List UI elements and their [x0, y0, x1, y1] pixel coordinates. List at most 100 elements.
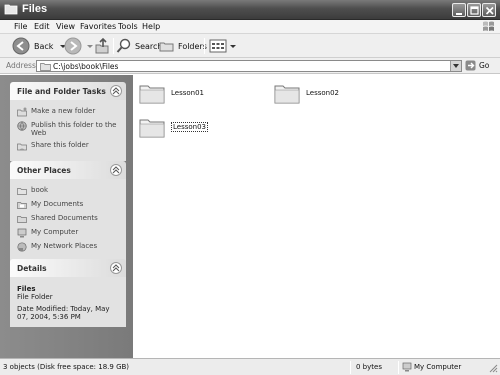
menu-tools[interactable]: Tools: [118, 22, 138, 31]
title-bar[interactable]: Files: [0, 0, 500, 20]
folder-icon: [139, 119, 165, 138]
folder-name: Lesson03: [171, 122, 209, 132]
panel-body: book My Documents Shared Documents My Co…: [10, 179, 126, 262]
toolbar: Back Search Folders: [0, 34, 500, 58]
go-label: Go: [479, 61, 490, 70]
minimize-button[interactable]: [452, 3, 466, 17]
views-icon: [209, 39, 227, 53]
search-icon: [116, 38, 131, 53]
folders-label: Folders: [178, 41, 207, 51]
go-arrow-icon: [465, 60, 476, 71]
place-my-documents[interactable]: My Documents: [17, 200, 120, 210]
collapse-button[interactable]: [110, 164, 122, 176]
network-icon: [17, 242, 27, 252]
menu-file[interactable]: File: [14, 22, 27, 31]
maximize-button[interactable]: [467, 3, 481, 17]
task-share-folder[interactable]: Share this folder: [17, 141, 120, 151]
panel-header[interactable]: Other Places: [10, 161, 126, 179]
panel-header[interactable]: Details: [10, 259, 126, 277]
views-button[interactable]: [209, 37, 237, 55]
folders-icon: [159, 42, 174, 52]
folder-icon: [40, 63, 51, 71]
panel-body: Make a new folder Publish this folder to…: [10, 100, 126, 161]
place-my-computer[interactable]: My Computer: [17, 228, 120, 238]
shared-folder-icon: [17, 216, 27, 223]
details-panel: Details Files File Folder Date Modified:…: [10, 259, 126, 327]
menu-help[interactable]: Help: [142, 22, 160, 31]
place-label: My Network Places: [31, 242, 98, 250]
chevron-up-icon: [112, 264, 120, 272]
place-shared-documents[interactable]: Shared Documents: [17, 214, 120, 224]
status-size: 0 bytes: [356, 363, 382, 371]
task-label: Make a new folder: [31, 107, 96, 115]
menu-view[interactable]: View: [56, 22, 75, 31]
details-type: File Folder: [17, 293, 53, 301]
share-icon: [17, 143, 27, 151]
place-label: My Documents: [31, 200, 84, 208]
task-label: Share this folder: [31, 141, 89, 149]
forward-arrow-icon: [64, 37, 82, 55]
other-places-panel: Other Places book My Documents Shared Do…: [10, 161, 126, 262]
windows-logo-icon: [483, 21, 494, 31]
folder-item[interactable]: Lesson02: [274, 82, 339, 104]
place-my-network-places[interactable]: My Network Places: [17, 242, 120, 252]
close-icon: [485, 6, 494, 15]
up-folder-button[interactable]: [94, 37, 110, 55]
place-label: Shared Documents: [31, 214, 98, 222]
task-publish-to-web[interactable]: Publish this folder to the Web: [17, 121, 120, 137]
search-button[interactable]: Search: [116, 37, 162, 55]
place-label: My Computer: [31, 228, 79, 236]
close-button[interactable]: [482, 3, 496, 17]
globe-icon: [17, 121, 27, 131]
window-title: Files: [22, 3, 48, 15]
documents-icon: [17, 202, 27, 209]
menu-favorites[interactable]: Favorites: [80, 22, 116, 31]
task-pane: File and Folder Tasks Make a new folder …: [0, 75, 133, 358]
new-folder-icon: [17, 107, 27, 117]
address-bar: Address C:\jobs\book\Files Go: [0, 58, 500, 74]
folder-name: Lesson02: [306, 89, 340, 97]
address-path: C:\jobs\book\Files: [53, 62, 119, 71]
back-arrow-icon: [12, 37, 30, 55]
folder-icon: [139, 85, 165, 104]
back-button[interactable]: Back: [12, 37, 67, 55]
task-label: Publish this folder to the Web: [31, 121, 117, 137]
panel-title: Other Places: [17, 166, 71, 175]
go-button[interactable]: Go: [465, 60, 489, 71]
details-name: Files: [17, 285, 36, 293]
status-object-count: 3 objects (Disk free space: 18.9 GB): [3, 363, 130, 371]
forward-button[interactable]: [64, 37, 94, 55]
panel-title: Details: [17, 264, 47, 273]
address-dropdown-button[interactable]: [450, 61, 461, 71]
folder-name: Lesson01: [171, 89, 205, 97]
chevron-up-icon: [112, 87, 120, 95]
file-list-view[interactable]: Lesson01 Lesson02 Lesson03: [133, 75, 500, 358]
chevron-up-icon: [112, 166, 120, 174]
menu-edit[interactable]: Edit: [34, 22, 50, 31]
folder-item-selected[interactable]: Lesson03: [139, 116, 209, 138]
toolbar-separator: [204, 38, 205, 54]
panel-title: File and Folder Tasks: [17, 87, 106, 96]
folder-item[interactable]: Lesson01: [139, 82, 204, 104]
resize-grip-icon[interactable]: [488, 363, 498, 373]
status-location: My Computer: [414, 363, 462, 371]
folders-button[interactable]: Folders: [159, 37, 207, 55]
task-make-new-folder[interactable]: Make a new folder: [17, 107, 120, 117]
place-label: book: [31, 186, 49, 194]
maximize-icon: [470, 6, 479, 15]
chevron-down-icon: [87, 45, 93, 48]
collapse-button[interactable]: [110, 262, 122, 274]
menu-bar: File Edit View Favorites Tools Help: [0, 20, 500, 34]
panel-body: Files File Folder Date Modified: Today, …: [10, 277, 126, 327]
panel-header[interactable]: File and Folder Tasks: [10, 82, 126, 100]
folder-icon: [4, 4, 18, 15]
place-book[interactable]: book: [17, 186, 120, 196]
address-input[interactable]: C:\jobs\book\Files: [36, 60, 462, 72]
status-bar: 3 objects (Disk free space: 18.9 GB) 0 b…: [0, 358, 500, 375]
details-modified: Date Modified: Today, May 07, 2004, 5:36…: [17, 305, 110, 321]
computer-icon: [17, 228, 27, 238]
up-folder-icon: [95, 37, 109, 54]
address-label: Address: [6, 61, 36, 70]
collapse-button[interactable]: [110, 85, 122, 97]
chevron-down-icon: [453, 64, 459, 68]
